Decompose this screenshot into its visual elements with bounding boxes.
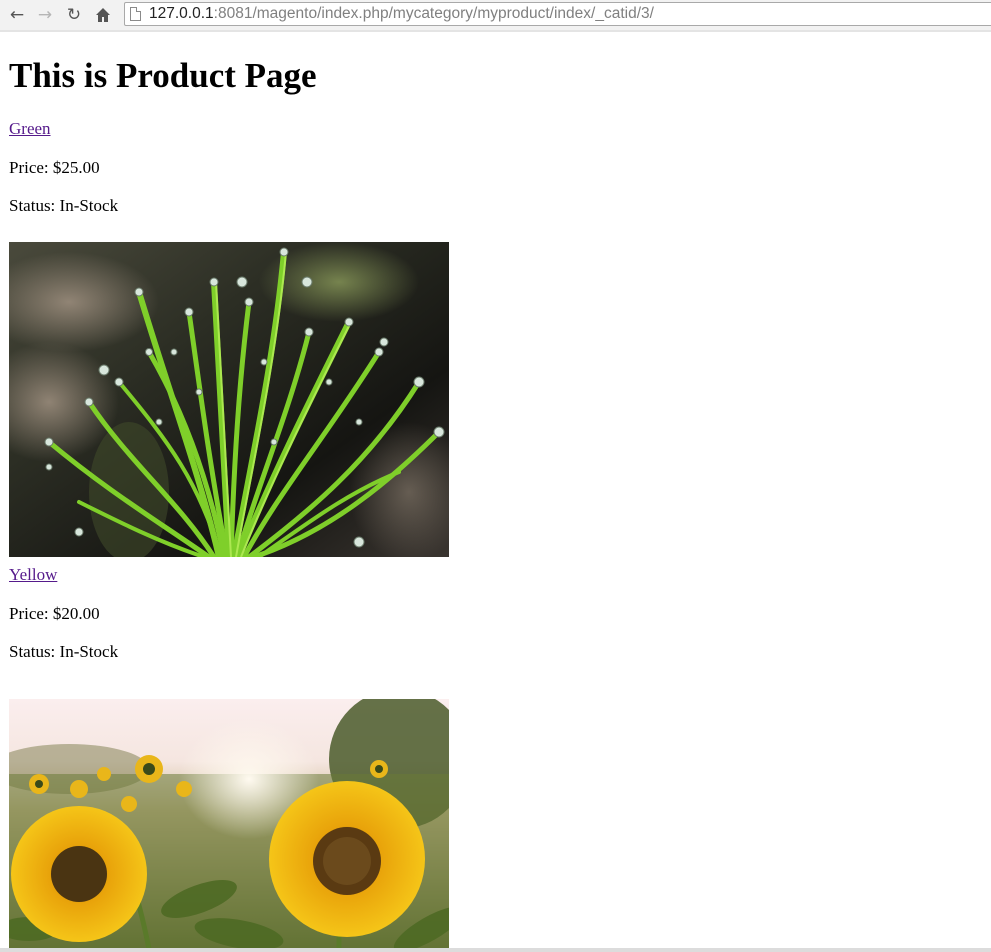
- home-icon[interactable]: [92, 4, 114, 26]
- reload-icon[interactable]: ↻: [63, 4, 85, 26]
- url-text[interactable]: 127.0.0.1:8081/magento/index.php/mycateg…: [149, 5, 654, 23]
- product-status: Status: In-Stock: [9, 642, 119, 661]
- back-arrow-icon[interactable]: ←: [6, 4, 28, 26]
- product-price: Price: $20.00: [9, 604, 100, 623]
- product-link-yellow[interactable]: Yellow: [9, 565, 57, 585]
- browser-toolbar: ← → ↻ 127.0.0.1:8081/magento/index.php/m…: [0, 0, 991, 31]
- toolbar-divider: [0, 30, 991, 32]
- url-host: 127.0.0.1: [149, 5, 214, 22]
- product-link-green[interactable]: Green: [9, 119, 51, 139]
- forward-arrow-icon[interactable]: →: [34, 4, 56, 26]
- product-image-green: [9, 242, 449, 557]
- page-icon: [130, 7, 141, 21]
- page-title: This is Product Page: [9, 56, 317, 95]
- product-image-yellow: [9, 699, 449, 949]
- address-bar[interactable]: 127.0.0.1:8081/magento/index.php/mycateg…: [124, 2, 991, 26]
- horizontal-scrollbar[interactable]: [0, 948, 991, 952]
- product-price: Price: $25.00: [9, 158, 100, 177]
- url-path: :8081/magento/index.php/mycategory/mypro…: [213, 5, 654, 22]
- product-status: Status: In-Stock: [9, 196, 119, 215]
